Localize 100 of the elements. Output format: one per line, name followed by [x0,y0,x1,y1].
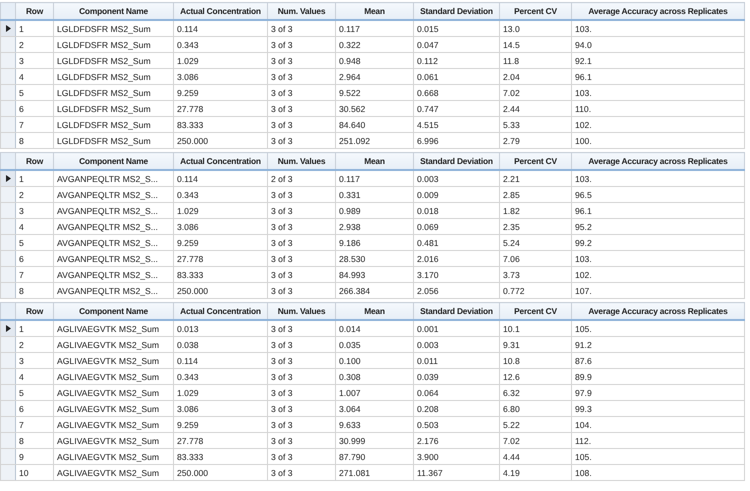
column-header[interactable]: Actual Concentration [174,2,268,20]
current-row-icon [6,25,10,32]
table-cell: 6 [16,400,54,416]
table-cell: 3 of 3 [268,84,336,100]
column-header[interactable]: Mean [336,302,414,320]
table-cell: LGLDFDSFR MS2_Sum [54,84,174,100]
table-cell: 9 [16,448,54,464]
current-row-icon [6,175,10,182]
table-cell: 3.170 [414,266,500,282]
table-cell: 3.064 [336,400,414,416]
table-cell: 6.32 [500,384,572,400]
table-cell: 3 of 3 [268,368,336,384]
table-cell: 0.047 [414,36,500,52]
table-cell: 9.259 [174,416,268,432]
table-cell: 27.778 [174,100,268,116]
table-cell: 102. [572,266,744,282]
table-cell: 9.633 [336,416,414,432]
column-header[interactable]: Component Name [54,152,174,170]
column-header[interactable]: Actual Concentration [174,302,268,320]
table-cell: 271.081 [336,464,414,480]
table-cell: 3 of 3 [268,68,336,84]
table-cell: 250.000 [174,132,268,148]
column-header[interactable]: Standard Deviation [414,2,500,20]
table-cell: 3 of 3 [268,132,336,148]
table-cell: 5 [16,84,54,100]
table-cell: 3 of 3 [268,202,336,218]
table-cell: 1 [16,170,54,186]
table-cell: 84.993 [336,266,414,282]
column-header[interactable]: Percent CV [500,2,572,20]
table-cell: 2.04 [500,68,572,84]
table-cell: 9.186 [336,234,414,250]
column-header[interactable]: Num. Values [268,302,336,320]
table-cell: 8 [16,432,54,448]
table-cell: 9.259 [174,84,268,100]
column-header[interactable]: Percent CV [500,152,572,170]
table-cell: 96.1 [572,68,744,84]
table-cell: 0.948 [336,52,414,68]
current-row-icon [6,325,10,332]
table-cell: AGLIVAEGVTK MS2_Sum [54,352,174,368]
column-header[interactable]: Component Name [54,2,174,20]
table-cell: LGLDFDSFR MS2_Sum [54,36,174,52]
table-cell: AVGANPEQLTR MS2_S... [54,234,174,250]
column-header[interactable]: Average Accuracy across Replicates [572,302,744,320]
table-cell: 0.039 [414,368,500,384]
table-cell: AGLIVAEGVTK MS2_Sum [54,368,174,384]
column-header[interactable]: Row [16,2,54,20]
table-cell: AGLIVAEGVTK MS2_Sum [54,384,174,400]
table-cell: 103. [572,170,744,186]
table-cell: 0.114 [174,352,268,368]
column-header[interactable]: Num. Values [268,152,336,170]
table-cell: 97.9 [572,384,744,400]
column-header[interactable]: Actual Concentration [174,152,268,170]
table-cell: 3 of 3 [268,336,336,352]
column-header[interactable]: Standard Deviation [414,302,500,320]
table-cell: 3 of 3 [268,36,336,52]
table-cell: 0.061 [414,68,500,84]
table-cell: 99.2 [572,234,744,250]
table-cell: 3 of 3 [268,250,336,266]
table-cell: AVGANPEQLTR MS2_S... [54,218,174,234]
column-header[interactable]: Mean [336,152,414,170]
table-cell: 6.996 [414,132,500,148]
table-cell: 4 [16,68,54,84]
table-cell: AVGANPEQLTR MS2_S... [54,186,174,202]
column-header[interactable]: Average Accuracy across Replicates [572,152,744,170]
table-cell: 112. [572,432,744,448]
column-header[interactable]: Mean [336,2,414,20]
row-header[interactable] [0,20,16,36]
table-cell: 103. [572,84,744,100]
table-cell: 4.44 [500,448,572,464]
table-cell: 0.117 [336,170,414,186]
column-header[interactable]: Row [16,302,54,320]
table-cell: 3 of 3 [268,448,336,464]
table-cell: 108. [572,464,744,480]
table-cell: 0.208 [414,400,500,416]
table-cell: 105. [572,320,744,336]
column-header[interactable]: Percent CV [500,302,572,320]
table-cell: 4.515 [414,116,500,132]
table-cell: 3 [16,52,54,68]
table-cell: AGLIVAEGVTK MS2_Sum [54,336,174,352]
table-cell: 3 of 3 [268,282,336,298]
table-cell: 11.8 [500,52,572,68]
table-cell: 2.21 [500,170,572,186]
table-cell: LGLDFDSFR MS2_Sum [54,52,174,68]
row-header[interactable] [0,170,16,186]
table-cell: 14.5 [500,36,572,52]
table-cell: 0.015 [414,20,500,36]
table-cell: 0.011 [414,352,500,368]
table-cell: 2 of 3 [268,170,336,186]
table-cell: 5.22 [500,416,572,432]
column-header[interactable]: Num. Values [268,2,336,20]
table-cell: LGLDFDSFR MS2_Sum [54,100,174,116]
table-cell: 9.522 [336,84,414,100]
column-header[interactable]: Row [16,152,54,170]
row-header[interactable] [0,320,16,336]
table-cell: 89.9 [572,368,744,384]
column-header[interactable]: Standard Deviation [414,152,500,170]
column-header[interactable]: Component Name [54,302,174,320]
table-cell: 2.964 [336,68,414,84]
table-cell: 2.79 [500,132,572,148]
column-header[interactable]: Average Accuracy across Replicates [572,2,744,20]
